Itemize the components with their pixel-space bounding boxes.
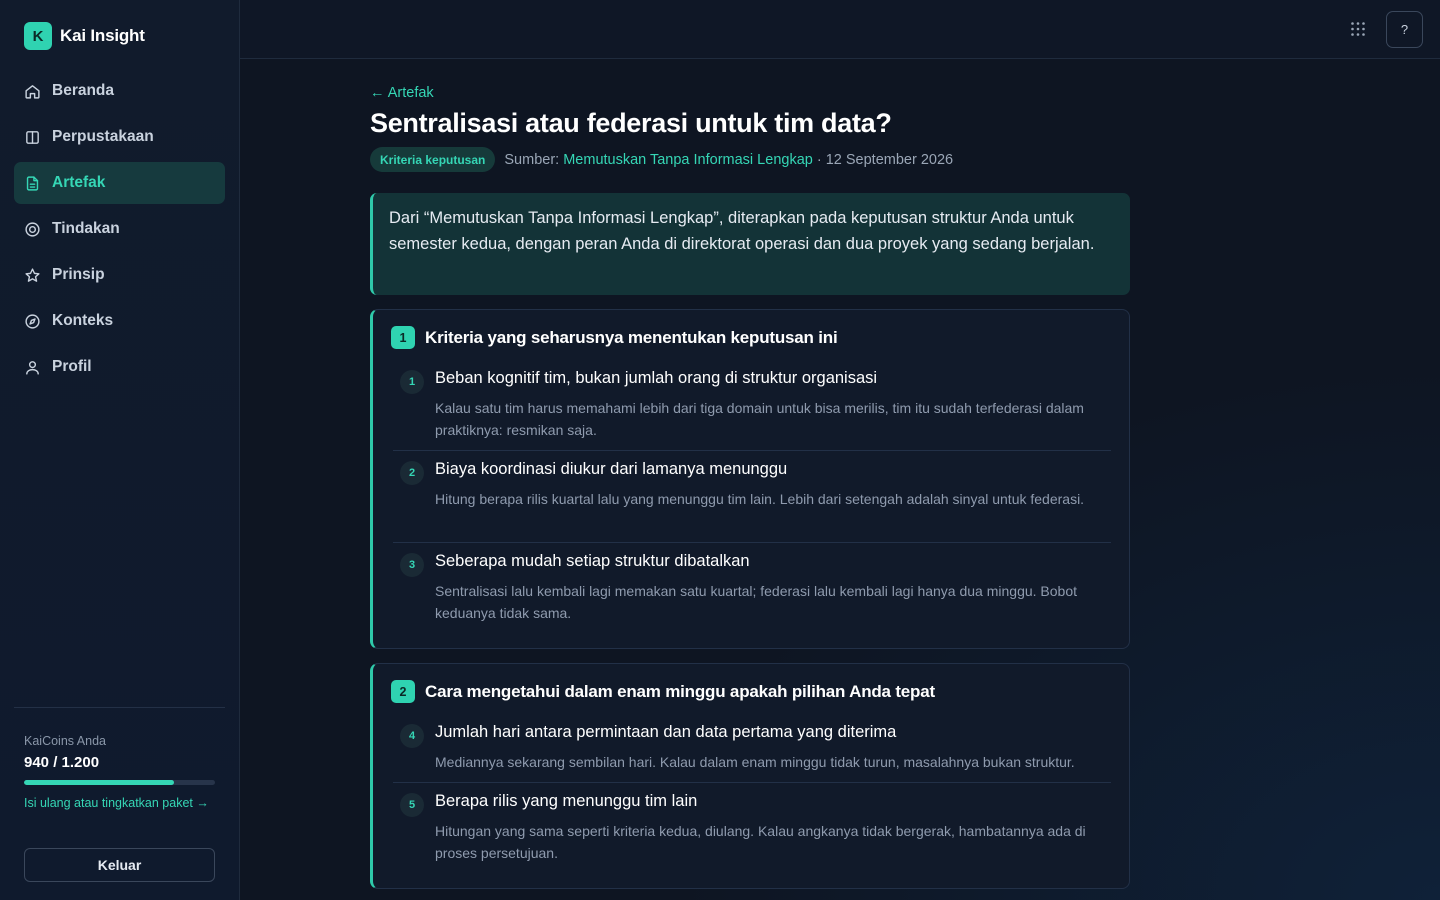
- help-button[interactable]: ?: [1386, 11, 1423, 48]
- sidebar-item-perpustakaan[interactable]: Perpustakaan: [14, 116, 225, 158]
- brand-logo: K: [24, 22, 52, 50]
- logout-button[interactable]: Keluar: [24, 848, 215, 882]
- coins-progress-bar: [24, 780, 215, 785]
- sidebar-divider: [14, 707, 225, 708]
- section-validation: 2 Cara mengetahui dalam enam minggu apak…: [370, 663, 1130, 889]
- sidebar-nav: Beranda Perpustakaan Artefak Tindakan Pr…: [14, 70, 225, 392]
- section-number: 2: [391, 680, 415, 703]
- intro-callout: Dari “Memutuskan Tanpa Informasi Lengkap…: [370, 193, 1130, 295]
- item-description: Sentralisasi lalu kembali lagi memakan s…: [435, 583, 1078, 621]
- sidebar-item-konteks[interactable]: Konteks: [14, 300, 225, 342]
- item-description: Hitungan yang sama seperti kriteria kedu…: [435, 823, 1086, 861]
- user-icon: [26, 360, 39, 375]
- grid-icon[interactable]: [1350, 21, 1366, 37]
- section-header: 2 Cara mengetahui dalam enam minggu apak…: [391, 680, 935, 703]
- sidebar-item-label: Perpustakaan: [52, 128, 154, 145]
- coins-progress-fill: [24, 780, 174, 785]
- brand-name: Kai Insight: [60, 26, 145, 45]
- item-title: Jumlah hari antara permintaan dan data p…: [435, 723, 897, 741]
- home-icon: [25, 84, 40, 99]
- sidebar-item-profil[interactable]: Profil: [14, 346, 225, 388]
- sidebar-item-label: Profil: [52, 358, 92, 375]
- meta-row: Kriteria keputusan Sumber: Memutuskan Ta…: [370, 147, 953, 172]
- topup-link[interactable]: Isi ulang atau tingkatkan paket →: [24, 793, 219, 813]
- item-description: Hitung berapa rilis kuartal lalu yang me…: [435, 491, 1085, 507]
- sidebar-item-artefak[interactable]: Artefak: [14, 162, 225, 204]
- item-divider: [393, 782, 1111, 783]
- star-icon: [25, 267, 40, 282]
- brand[interactable]: K Kai Insight: [24, 22, 145, 50]
- item-title: Beban kognitif tim, bukan jumlah orang d…: [435, 369, 878, 387]
- sidebar-item-beranda[interactable]: Beranda: [14, 70, 225, 112]
- coins-label: KaiCoins Anda: [24, 734, 107, 748]
- item-divider: [393, 450, 1111, 451]
- page-title: Sentralisasi atau federasi untuk tim dat…: [370, 108, 892, 138]
- item-number: 2: [400, 461, 424, 485]
- item-title: Biaya koordinasi diukur dari lamanya men…: [435, 460, 788, 478]
- document-icon: [26, 175, 39, 191]
- sidebar-item-tindakan[interactable]: Tindakan: [14, 208, 225, 250]
- item-title: Seberapa mudah setiap struktur dibatalka…: [435, 552, 750, 570]
- compass-icon: [25, 313, 40, 329]
- topbar: ?: [240, 0, 1440, 59]
- source-prefix: Sumber:: [504, 151, 560, 168]
- item-title: Berapa rilis yang menunggu tim lain: [435, 792, 698, 810]
- item-number: 3: [400, 553, 424, 577]
- source-meta: Sumber: Memutuskan Tanpa Informasi Lengk…: [504, 152, 953, 168]
- category-tag: Kriteria keputusan: [370, 147, 496, 172]
- book-icon: [26, 130, 39, 144]
- item-number: 5: [400, 793, 424, 817]
- section-criteria: 1 Kriteria yang seharusnya menentukan ke…: [370, 309, 1130, 649]
- sidebar-item-label: Prinsip: [52, 266, 105, 283]
- back-link[interactable]: ← Artefak: [370, 85, 434, 101]
- item-description: Kalau satu tim harus memahami lebih dari…: [435, 400, 1084, 438]
- main-content: ← Artefak Sentralisasi atau federasi unt…: [240, 60, 1440, 900]
- section-title: Cara mengetahui dalam enam minggu apakah…: [425, 681, 935, 701]
- item-description: Mediannya sekarang sembilan hari. Kalau …: [435, 754, 1075, 770]
- item-number: 4: [400, 724, 424, 748]
- item-divider: [393, 542, 1111, 543]
- sidebar-item-label: Tindakan: [52, 220, 120, 237]
- section-title: Kriteria yang seharusnya menentukan kepu…: [425, 327, 838, 347]
- sidebar: K Kai Insight Beranda Perpustakaan Artef…: [0, 0, 240, 900]
- section-header: 1 Kriteria yang seharusnya menentukan ke…: [391, 326, 838, 349]
- section-number: 1: [391, 326, 415, 349]
- date-text: · 12 September 2026: [816, 151, 954, 168]
- target-icon: [25, 221, 40, 237]
- source-link[interactable]: Memutuskan Tanpa Informasi Lengkap: [563, 152, 813, 168]
- sidebar-item-label: Beranda: [52, 82, 115, 99]
- sidebar-item-prinsip[interactable]: Prinsip: [14, 254, 225, 296]
- coins-value: 940 / 1.200: [24, 754, 100, 771]
- sidebar-item-label: Konteks: [52, 312, 114, 329]
- sidebar-item-label: Artefak: [52, 174, 106, 191]
- item-number: 1: [400, 370, 424, 394]
